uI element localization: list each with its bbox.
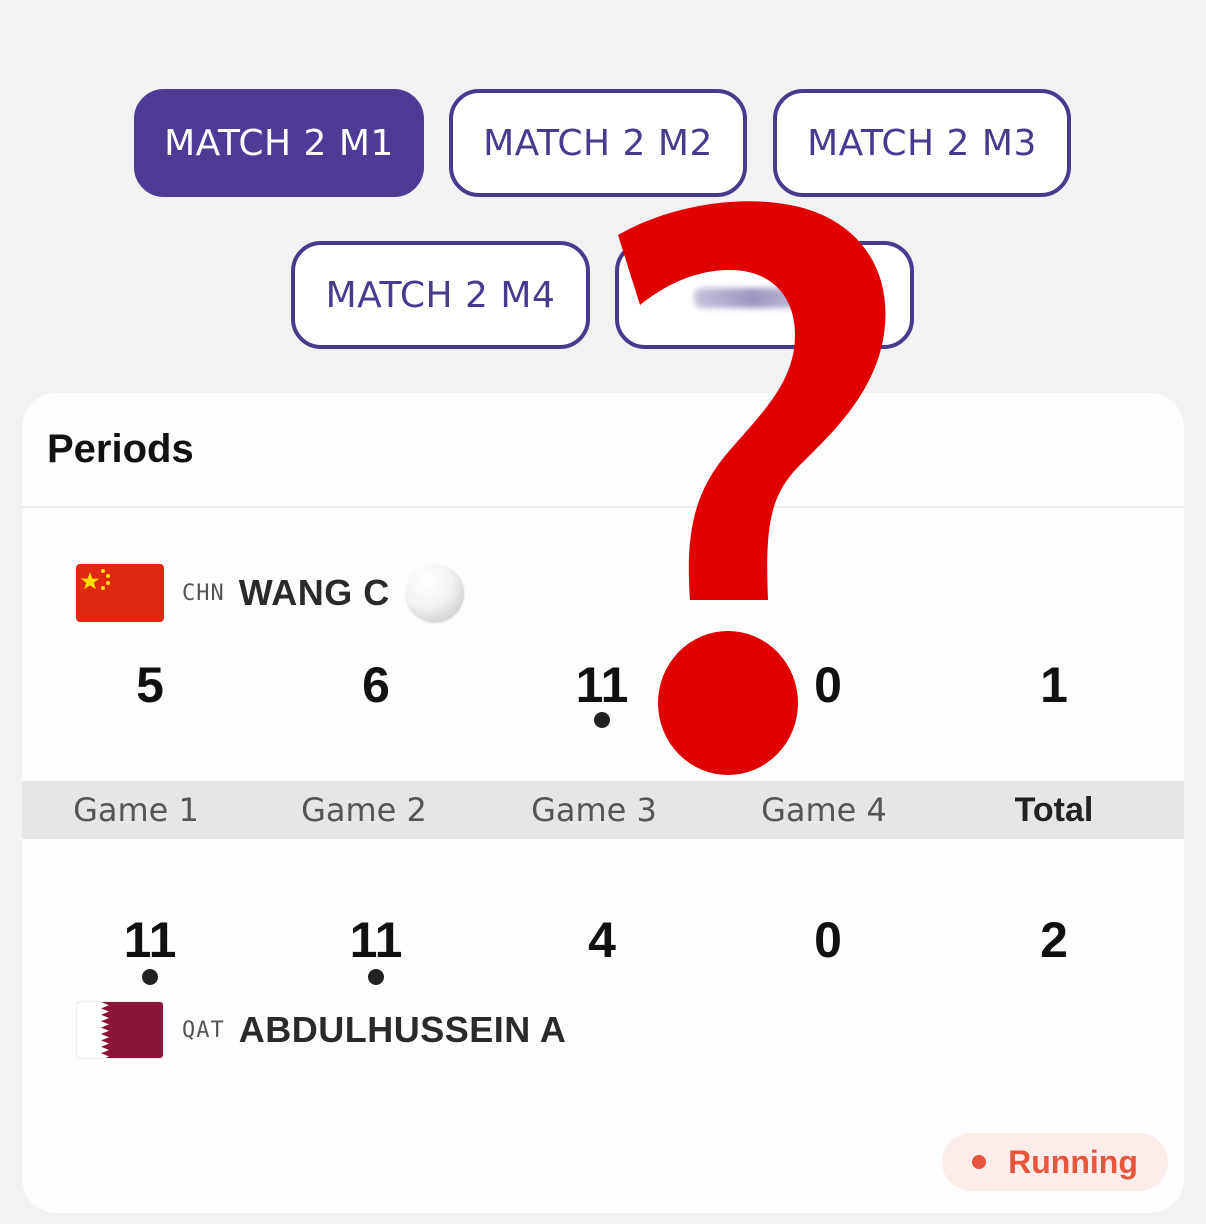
player-1-game-1-score: 5 [136, 657, 164, 713]
serving-ball-icon [405, 564, 464, 622]
status-dot-icon [972, 1155, 987, 1169]
total-label: Total [1014, 791, 1094, 829]
player-1-game-3-score: 11 [575, 657, 629, 713]
player-1-game-4-score: 0 [814, 657, 842, 713]
status-badge: Running [942, 1133, 1168, 1191]
game-4-label: Game 4 [761, 791, 887, 829]
game-1-label: Game 1 [73, 791, 199, 829]
player-2-name: ABDULHUSSEIN A [238, 1009, 567, 1050]
china-flag-icon [76, 564, 164, 622]
tab-label: MATCH 2 M4 [325, 274, 556, 316]
player-2-total-score: 2 [1040, 912, 1068, 968]
obscured-tab-label [693, 288, 812, 308]
tab-match-2-m3[interactable]: MATCH 2 M3 [773, 89, 1071, 197]
status-text: Running [1008, 1143, 1138, 1180]
tab-match-hidden[interactable] [615, 241, 914, 349]
player-1-row: CHN WANG C [76, 564, 464, 622]
divider [22, 506, 1184, 508]
periods-card: Periods CHN WANG C 5 6 11 0 1 Game 1 Gam… [22, 393, 1184, 1213]
game-win-dot [142, 969, 158, 985]
game-3-label: Game 3 [531, 791, 657, 829]
player-2-game-4-score: 0 [814, 912, 842, 968]
player-2-game-1-score: 11 [123, 912, 177, 968]
player-1-name: WANG C [238, 572, 390, 613]
qatar-flag-icon [76, 1001, 164, 1059]
game-win-dot [368, 969, 384, 985]
player-2-game-3-score: 4 [588, 912, 616, 968]
player-1-total-score: 1 [1040, 657, 1068, 713]
player-2-row: QAT ABDULHUSSEIN A [76, 1001, 566, 1059]
tab-label: MATCH 2 M3 [807, 122, 1037, 164]
player-1-country: CHN [182, 580, 225, 606]
games-header: Game 1 Game 2 Game 3 Game 4 Total [22, 781, 1184, 839]
game-win-dot [594, 712, 610, 728]
periods-title: Periods [47, 427, 194, 471]
tab-label: MATCH 2 M2 [483, 122, 713, 164]
tab-label: MATCH 2 M1 [164, 122, 394, 164]
player-1-game-2-score: 6 [362, 657, 390, 713]
player-2-country: QAT [182, 1017, 225, 1043]
player-2-game-2-score: 11 [349, 912, 403, 968]
tab-match-2-m1[interactable]: MATCH 2 M1 [134, 89, 424, 197]
game-2-label: Game 2 [301, 791, 427, 829]
tab-match-2-m4[interactable]: MATCH 2 M4 [291, 241, 590, 349]
tab-match-2-m2[interactable]: MATCH 2 M2 [449, 89, 747, 197]
